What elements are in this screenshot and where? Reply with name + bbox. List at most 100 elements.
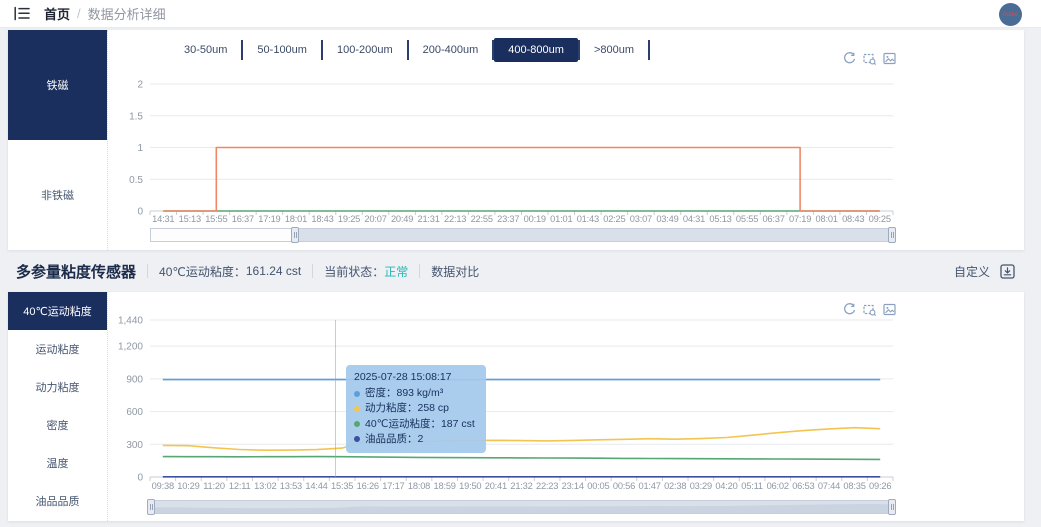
avatar-logo-text: inzec: [1002, 11, 1019, 18]
x-axis-label: 07:19: [789, 214, 811, 224]
x-axis-label: 20:07: [364, 214, 386, 224]
restore-icon[interactable]: [843, 303, 856, 316]
x-axis-label: 22:13: [444, 214, 466, 224]
x-axis-label: 01:43: [577, 214, 599, 224]
sidebar-collapse-icon[interactable]: [14, 6, 30, 21]
restore-icon[interactable]: [843, 52, 856, 65]
x-axis-label: 09:26: [869, 481, 891, 491]
x-axis-label: 20:41: [485, 481, 507, 491]
sidebar-item-5[interactable]: 油品品质: [8, 482, 107, 520]
x-axis-label: 14:31: [152, 214, 174, 224]
x-axis-label: 06:02: [767, 481, 789, 491]
x-axis-label: 23:37: [497, 214, 519, 224]
datazoom-selected-range[interactable]: [151, 501, 892, 513]
x-axis-label: 12:11: [229, 481, 251, 491]
filter-tab-2[interactable]: 100-200um: [323, 38, 407, 62]
y-axis-label: 0: [137, 207, 143, 218]
status-label: 当前状态：: [324, 264, 385, 279]
x-axis-label: 11:20: [203, 481, 225, 491]
x-axis-label: 19:25: [338, 214, 360, 224]
x-axis-label: 05:55: [736, 214, 758, 224]
x-axis-label: 04:20: [715, 481, 737, 491]
x-axis-label: 00:19: [524, 214, 546, 224]
sidebar-item-2[interactable]: 动力粘度: [8, 368, 107, 406]
series-line-动力粘度: [162, 426, 881, 451]
x-axis-label: 18:43: [311, 214, 333, 224]
viscosity-sensor-panel: 40℃运动粘度 运动粘度 动力粘度 密度 温度 油品品质 0 300 600 900 1,200 1…: [8, 292, 1024, 521]
datazoom-handle-right[interactable]: [888, 227, 896, 243]
y-axis-label: 1: [137, 143, 143, 154]
status-badge: 正常: [384, 264, 409, 279]
datazoom-icon[interactable]: [863, 303, 876, 316]
y-axis-label: 2: [137, 80, 143, 91]
x-axis-label: 10:29: [177, 481, 199, 491]
filter-tab-1[interactable]: 50-100um: [243, 38, 321, 62]
breadcrumb-separator: /: [77, 6, 81, 21]
download-box-icon[interactable]: [1000, 263, 1015, 279]
metric-label: 40℃运动粘度：: [159, 264, 246, 279]
filter-tab-3[interactable]: 200-400um: [409, 38, 493, 62]
x-axis-label: 05:13: [709, 214, 731, 224]
breadcrumb: 首页 / 数据分析详细: [30, 4, 166, 23]
sidebar-item-1[interactable]: 非铁磁: [8, 140, 107, 250]
datazoom-shadow: [151, 504, 892, 513]
datazoom-selected-range[interactable]: [295, 229, 892, 241]
filter-tab-5[interactable]: >800um: [580, 38, 648, 62]
x-axis-label: 15:13: [179, 214, 201, 224]
x-axis-label: 16:26: [357, 481, 379, 491]
x-axis-label: 20:49: [391, 214, 413, 224]
sidebar-item-0[interactable]: 40℃运动粘度: [8, 292, 107, 330]
datazoom-handle-right[interactable]: [888, 499, 896, 515]
x-axis-label: 14:44: [305, 481, 327, 491]
datazoom-handle-left[interactable]: [291, 227, 300, 243]
filter-tab-divider: [648, 40, 650, 60]
x-axis-label: 06:37: [762, 214, 784, 224]
save-image-icon[interactable]: [883, 52, 896, 65]
viscosity-section-header: 多参量粘度传感器 40℃运动粘度： 161.24 cst 当前状态： 正常 数据…: [0, 250, 1041, 292]
sidebar-item-1[interactable]: 运动粘度: [8, 330, 107, 368]
customize-button[interactable]: 自定义: [954, 263, 990, 280]
divider: [419, 264, 421, 278]
datazoom-slider[interactable]: [150, 227, 896, 243]
x-axis-label: 13:53: [280, 481, 302, 491]
x-axis-label: 21:31: [417, 214, 439, 224]
avatar[interactable]: inzec: [999, 3, 1022, 26]
datazoom-slider[interactable]: [147, 499, 896, 515]
y-axis-label: 900: [126, 374, 143, 385]
size-filter-tabs: 30-50um 50-100um 100-200um 200-400um 400-800…: [170, 38, 650, 62]
x-axis-label: 22:55: [471, 214, 493, 224]
datazoom-handle-left[interactable]: [147, 499, 155, 515]
breadcrumb-current: 数据分析详细: [87, 7, 166, 22]
page: 首页 / 数据分析详细 inzec 铁磁 非铁磁 30-50um 50-100um 1…: [0, 0, 1041, 527]
x-axis-label: 09:38: [152, 481, 174, 491]
x-axis-label: 08:43: [842, 214, 864, 224]
x-axis-label: 19:50: [459, 481, 481, 491]
data-compare-link[interactable]: 数据对比: [431, 263, 479, 280]
x-axis-label: 15:55: [205, 214, 227, 224]
divider: [312, 264, 314, 278]
sensor-metric-sidebar: 40℃运动粘度 运动粘度 动力粘度 密度 温度 油品品质: [8, 292, 108, 521]
x-axis-label: 01:01: [550, 214, 572, 224]
viscosity-sensor-chart[interactable]: 0 300 600 900 1,200 1,440 09:38 10:29 11:20 12:11…: [8, 292, 1024, 521]
x-axis-label: 21:32: [510, 481, 532, 491]
filter-tab-4[interactable]: 400-800um: [494, 38, 578, 62]
x-axis-label: 09:25: [869, 214, 891, 224]
axis-pointer-line: [335, 320, 336, 477]
x-axis-label: 00:05: [587, 481, 609, 491]
sidebar-item-4[interactable]: 温度: [8, 444, 107, 482]
x-axis-label: 02:25: [603, 214, 625, 224]
y-axis-label: 1,200: [118, 342, 143, 353]
datazoom-icon[interactable]: [863, 52, 876, 65]
x-axis-label: 03:29: [690, 481, 712, 491]
x-axis-label: 04:31: [683, 214, 705, 224]
save-image-icon[interactable]: [883, 303, 896, 316]
x-axis-label: 02:38: [664, 481, 686, 491]
x-axis-label: 17:17: [382, 481, 404, 491]
filter-tab-0[interactable]: 30-50um: [170, 38, 241, 62]
sidebar-item-3[interactable]: 密度: [8, 406, 107, 444]
y-axis-label: 600: [126, 407, 143, 418]
particle-size-panel: 铁磁 非铁磁 30-50um 50-100um 100-200um 200-400um 4…: [8, 30, 1024, 250]
breadcrumb-home[interactable]: 首页: [44, 4, 70, 23]
series-line-40℃运动粘度: [162, 455, 881, 461]
sidebar-item-0[interactable]: 铁磁: [8, 30, 107, 140]
